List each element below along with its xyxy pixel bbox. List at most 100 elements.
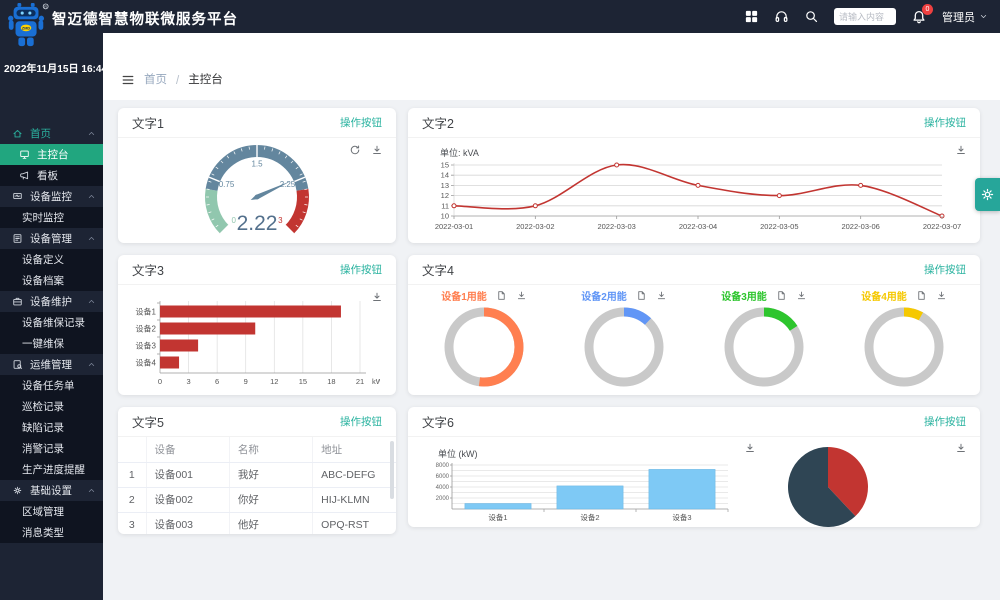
svg-text:21: 21 — [356, 377, 364, 386]
sidebar-item-1[interactable]: 主控台 — [0, 144, 103, 165]
doc-icon[interactable] — [496, 290, 507, 301]
svg-text:2022-03-01: 2022-03-01 — [435, 222, 473, 231]
svg-text:2.22: 2.22 — [237, 212, 278, 235]
card-action-button[interactable]: 操作按钮 — [924, 414, 966, 429]
sidebar-item-14[interactable]: 缺陷记录 — [0, 417, 103, 438]
refresh-icon[interactable] — [349, 144, 361, 156]
svg-text:0: 0 — [158, 377, 162, 386]
base-settings-icon — [12, 485, 23, 496]
table-cell: 1 — [118, 462, 146, 487]
sidebar-item-16[interactable]: 生产进度提醒 — [0, 459, 103, 480]
sidebar-item-11[interactable]: 运维管理 — [0, 354, 103, 375]
svg-text:ZMD: ZMD — [22, 26, 31, 30]
sidebar-item-2[interactable]: 看板 — [0, 165, 103, 186]
chevron-up-icon — [87, 192, 96, 201]
headset-icon[interactable] — [774, 9, 789, 24]
chevron-up-icon — [87, 360, 96, 369]
data-table: 设备名称地址1设备001我好ABC-DEFG2设备002你好HIJ-KLMN3设… — [118, 437, 396, 534]
sidebar-item-6[interactable]: 设备定义 — [0, 249, 103, 270]
card-text1: 文字1 操作按钮 00.751.52.2532.22 — [118, 108, 396, 243]
svg-text:2000: 2000 — [436, 496, 450, 502]
app-logo: ZMD R — [5, 2, 49, 50]
user-menu[interactable]: 管理员 — [942, 9, 988, 25]
svg-text:1.5: 1.5 — [251, 160, 263, 169]
device-maintain-icon — [12, 296, 23, 307]
card-action-button[interactable]: 操作按钮 — [924, 115, 966, 130]
user-name: 管理员 — [942, 9, 975, 25]
home-icon — [12, 128, 23, 139]
sidebar-item-19[interactable]: 消息类型 — [0, 522, 103, 543]
doc-icon[interactable] — [636, 290, 647, 301]
search-icon[interactable] — [804, 9, 819, 24]
theme-settings-button[interactable] — [975, 178, 1000, 211]
table-scrollbar[interactable] — [390, 441, 394, 499]
main-area: 首页 / 主控台 文字1 操作按钮 00.751.52.2532.22 — [103, 33, 1000, 600]
svg-text:2022-03-05: 2022-03-05 — [760, 222, 798, 231]
sidebar-item-label: 实时监控 — [22, 210, 64, 225]
sidebar-item-0[interactable]: 首页 — [0, 123, 103, 144]
download-icon[interactable] — [936, 290, 947, 301]
svg-text:12: 12 — [270, 377, 278, 386]
card-title: 文字1 — [132, 113, 164, 132]
svg-text:11: 11 — [441, 201, 449, 210]
sidebar-item-9[interactable]: 设备维保记录 — [0, 312, 103, 333]
card-action-button[interactable]: 操作按钮 — [340, 115, 382, 130]
sidebar-item-label: 主控台 — [37, 147, 69, 162]
download-icon[interactable] — [955, 442, 967, 454]
download-icon[interactable] — [955, 144, 967, 156]
download-icon[interactable] — [656, 290, 667, 301]
unit-label: 单位: kVA — [440, 146, 968, 159]
sidebar-item-15[interactable]: 消警记录 — [0, 438, 103, 459]
sidebar-item-label: 消息类型 — [22, 525, 64, 540]
hamburger-icon[interactable] — [121, 73, 135, 87]
sidebar-item-13[interactable]: 巡检记录 — [0, 396, 103, 417]
sidebar-item-18[interactable]: 区域管理 — [0, 501, 103, 522]
table-cell: HIJ-KLMN — [313, 487, 396, 512]
sidebar-item-label: 运维管理 — [30, 357, 72, 372]
sidebar-item-3[interactable]: 设备监控 — [0, 186, 103, 207]
sidebar-item-17[interactable]: 基础设置 — [0, 480, 103, 501]
sidebar-item-label: 消警记录 — [22, 441, 64, 456]
notification-bell[interactable]: 0 — [911, 9, 927, 25]
doc-icon[interactable] — [916, 290, 927, 301]
table-cell: 设备003 — [146, 512, 229, 534]
table-row[interactable]: 1设备001我好ABC-DEFG — [118, 462, 396, 487]
svg-text:15: 15 — [441, 161, 449, 170]
sidebar-item-4[interactable]: 实时监控 — [0, 207, 103, 228]
sidebar-item-label: 设备档案 — [22, 273, 64, 288]
sidebar-item-label: 缺陷记录 — [22, 420, 64, 435]
table-row[interactable]: 3设备003他好OPQ-RST — [118, 512, 396, 534]
svg-text:2.25: 2.25 — [280, 180, 296, 189]
search-input[interactable] — [834, 8, 896, 25]
download-icon[interactable] — [371, 291, 383, 303]
svg-text:设备2: 设备2 — [580, 512, 599, 522]
doc-icon[interactable] — [776, 290, 787, 301]
sidebar-menu: 首页主控台看板设备监控实时监控设备管理设备定义设备档案设备维护设备维保记录一键维… — [0, 123, 103, 543]
table-header: 名称 — [229, 437, 312, 462]
download-icon[interactable] — [516, 290, 527, 301]
sidebar-item-label: 首页 — [30, 126, 51, 141]
card-action-button[interactable]: 操作按钮 — [340, 262, 382, 277]
table-cell: 3 — [118, 512, 146, 534]
svg-text:18: 18 — [327, 377, 335, 386]
table-row[interactable]: 2设备002你好HIJ-KLMN — [118, 487, 396, 512]
card-action-button[interactable]: 操作按钮 — [924, 262, 966, 277]
chevron-up-icon — [87, 129, 96, 138]
svg-text:2022-03-06: 2022-03-06 — [841, 222, 879, 231]
table-header: 设备 — [146, 437, 229, 462]
sidebar-item-7[interactable]: 设备档案 — [0, 270, 103, 291]
svg-text:3: 3 — [186, 377, 190, 386]
pie-chart — [786, 445, 870, 527]
breadcrumb-home[interactable]: 首页 — [144, 71, 167, 87]
ring-title: 设备4用能 — [861, 288, 907, 303]
chevron-down-icon — [979, 12, 988, 21]
sidebar-item-10[interactable]: 一键维保 — [0, 333, 103, 354]
sidebar-item-5[interactable]: 设备管理 — [0, 228, 103, 249]
sidebar-item-12[interactable]: 设备任务单 — [0, 375, 103, 396]
download-icon[interactable] — [371, 144, 383, 156]
ring-charts: 设备1用能设备2用能设备3用能设备4用能 — [408, 285, 980, 395]
sidebar-item-8[interactable]: 设备维护 — [0, 291, 103, 312]
card-action-button[interactable]: 操作按钮 — [340, 414, 382, 429]
apps-grid-icon[interactable] — [744, 9, 759, 24]
download-icon[interactable] — [796, 290, 807, 301]
